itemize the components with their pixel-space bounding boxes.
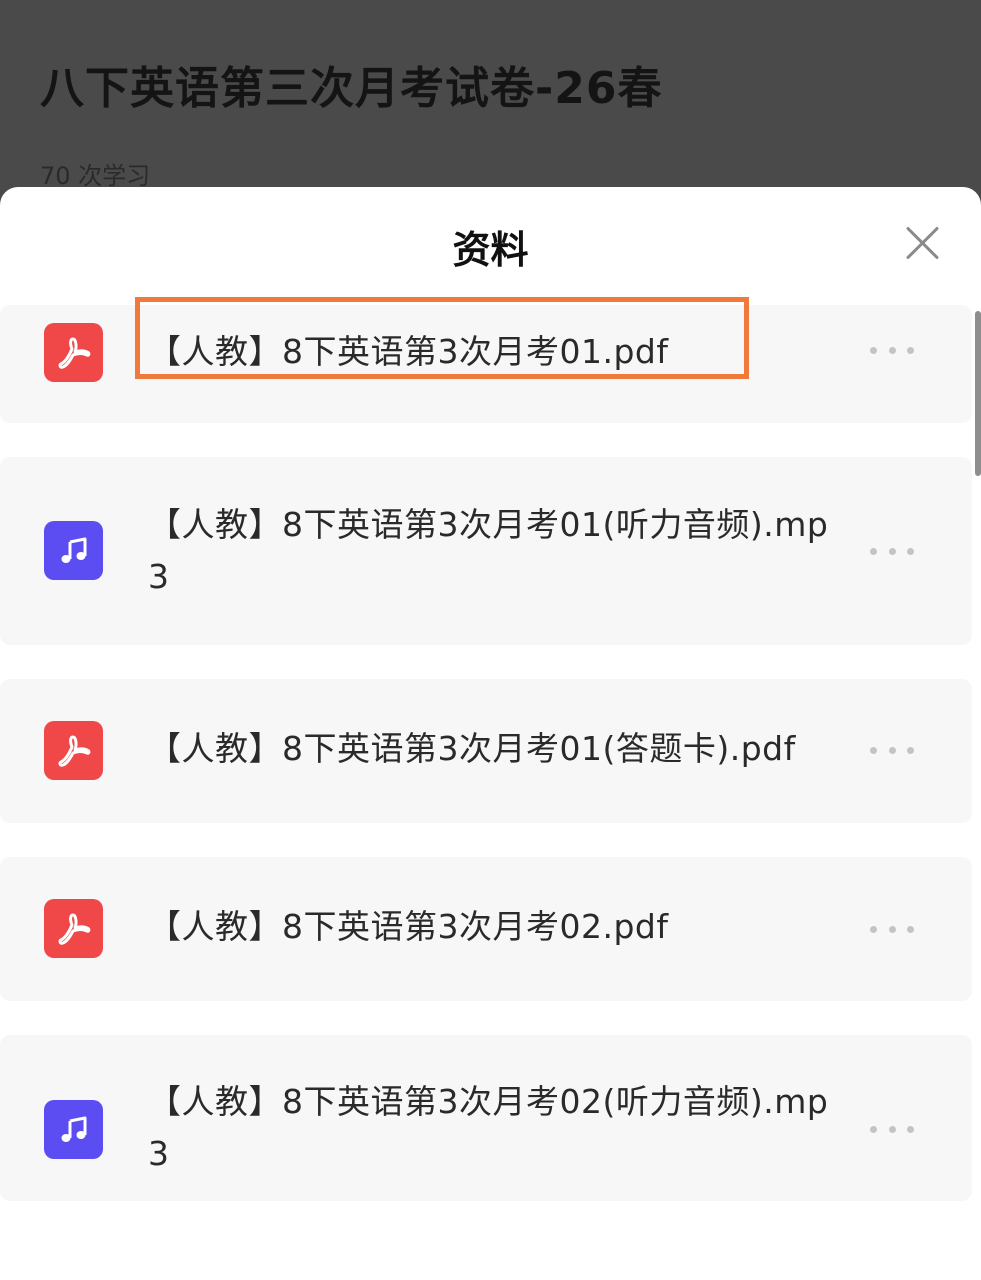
more-options-button[interactable] bbox=[870, 340, 914, 360]
file-name: 【人教】8下英语第3次月考01(听力音频).mp3 bbox=[148, 505, 829, 596]
music-note-icon bbox=[44, 1100, 103, 1159]
more-options-button[interactable] bbox=[870, 541, 914, 561]
file-list: 【人教】8下英语第3次月考01.pdf 【人教】8下英语第3次月考01(听力音频… bbox=[0, 187, 981, 1280]
file-name: 【人教】8下英语第3次月考02.pdf bbox=[148, 907, 669, 946]
more-options-button[interactable] bbox=[870, 1119, 914, 1139]
sheet-title: 资料 bbox=[452, 228, 529, 272]
pdf-icon bbox=[44, 899, 103, 958]
file-item[interactable]: 【人教】8下英语第3次月考02(听力音频).mp3 bbox=[0, 1035, 972, 1201]
music-note-icon bbox=[44, 521, 103, 580]
screen: 八下英语第三次月考试卷-26春 70 次学习 【人教】8下英语第3次月考01.p… bbox=[0, 0, 981, 1280]
file-item[interactable]: 【人教】8下英语第3次月考01(听力音频).mp3 bbox=[0, 457, 972, 645]
file-item[interactable]: 【人教】8下英语第3次月考02.pdf bbox=[0, 857, 972, 1001]
file-name: 【人教】8下英语第3次月考01(答题卡).pdf bbox=[148, 729, 796, 768]
materials-sheet: 【人教】8下英语第3次月考01.pdf 【人教】8下英语第3次月考01(听力音频… bbox=[0, 187, 981, 1280]
close-icon[interactable] bbox=[898, 219, 946, 267]
file-item[interactable]: 【人教】8下英语第3次月考01(答题卡).pdf bbox=[0, 679, 972, 823]
more-options-button[interactable] bbox=[870, 740, 914, 760]
pdf-icon bbox=[44, 323, 103, 382]
pdf-icon bbox=[44, 721, 103, 780]
scrollbar[interactable] bbox=[975, 311, 981, 476]
study-count: 70 次学习 bbox=[40, 162, 151, 190]
page-title: 八下英语第三次月考试卷-26春 bbox=[40, 63, 663, 114]
highlight-annotation bbox=[135, 297, 749, 379]
more-options-button[interactable] bbox=[870, 919, 914, 939]
file-name: 【人教】8下英语第3次月考02(听力音频).mp3 bbox=[148, 1082, 829, 1173]
